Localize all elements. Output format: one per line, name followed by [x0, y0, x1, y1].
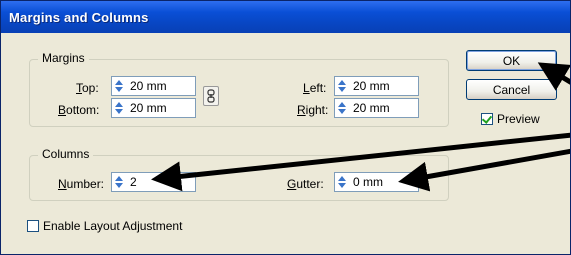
margins-group-label: Margins — [38, 51, 89, 65]
gutter-label: Gutter: — [287, 177, 324, 191]
bottom-label-text: ottom: — [66, 103, 100, 117]
left-margin-value: 20 mm — [353, 79, 390, 93]
left-label: Left: — [303, 81, 327, 95]
left-label-text: eft: — [309, 81, 327, 95]
number-label: Number: — [58, 177, 105, 191]
preview-label: Preview — [497, 112, 540, 126]
top-margin-value: 20 mm — [130, 79, 167, 93]
layout-adjustment-label: Enable Layout Adjustment — [43, 219, 183, 233]
number-label-text: umber: — [66, 177, 105, 191]
dialog-title: Margins and Columns — [9, 10, 149, 25]
right-spinner-icon[interactable] — [336, 99, 348, 117]
top-label-text: op: — [82, 81, 99, 95]
cancel-button[interactable]: Cancel — [466, 79, 557, 100]
bottom-label: Bottom: — [58, 103, 100, 117]
layout-adjustment-box[interactable] — [27, 220, 39, 232]
dialog-body: Margins Top: 20 mm Bottom: 20 mm Left: 2… — [1, 33, 570, 254]
column-number-value: 2 — [130, 175, 137, 189]
right-margin-value: 20 mm — [353, 101, 390, 115]
bottom-spinner-icon[interactable] — [113, 99, 125, 117]
top-label: Top: — [76, 81, 99, 95]
chain-link-icon[interactable] — [203, 86, 219, 106]
right-margin-field[interactable]: 20 mm — [334, 98, 419, 118]
bottom-margin-value: 20 mm — [130, 101, 167, 115]
top-spinner-icon[interactable] — [113, 77, 125, 95]
left-spinner-icon[interactable] — [336, 77, 348, 95]
bottom-margin-field[interactable]: 20 mm — [111, 98, 196, 118]
right-label: Right: — [297, 103, 329, 117]
gutter-spinner-icon[interactable] — [336, 173, 348, 191]
top-margin-field[interactable]: 20 mm — [111, 76, 196, 96]
left-margin-field[interactable]: 20 mm — [334, 76, 419, 96]
preview-checkbox[interactable]: Preview — [481, 112, 540, 126]
gutter-field[interactable]: 0 mm — [334, 172, 419, 192]
columns-group-label: Columns — [38, 147, 94, 161]
title-bar[interactable]: Margins and Columns — [1, 1, 570, 33]
number-spinner-icon[interactable] — [113, 173, 125, 191]
ok-button[interactable]: OK — [466, 50, 557, 71]
enable-layout-adjustment-checkbox[interactable]: Enable Layout Adjustment — [27, 219, 182, 233]
gutter-value: 0 mm — [353, 175, 383, 189]
preview-box[interactable] — [481, 113, 493, 125]
checkmark-icon — [481, 113, 493, 124]
margins-and-columns-dialog: Margins and Columns Margins Top: 20 mm B… — [0, 0, 571, 255]
gutter-label-text: utter: — [296, 177, 324, 191]
right-label-text: ight: — [305, 103, 329, 117]
column-number-field[interactable]: 2 — [111, 172, 196, 192]
